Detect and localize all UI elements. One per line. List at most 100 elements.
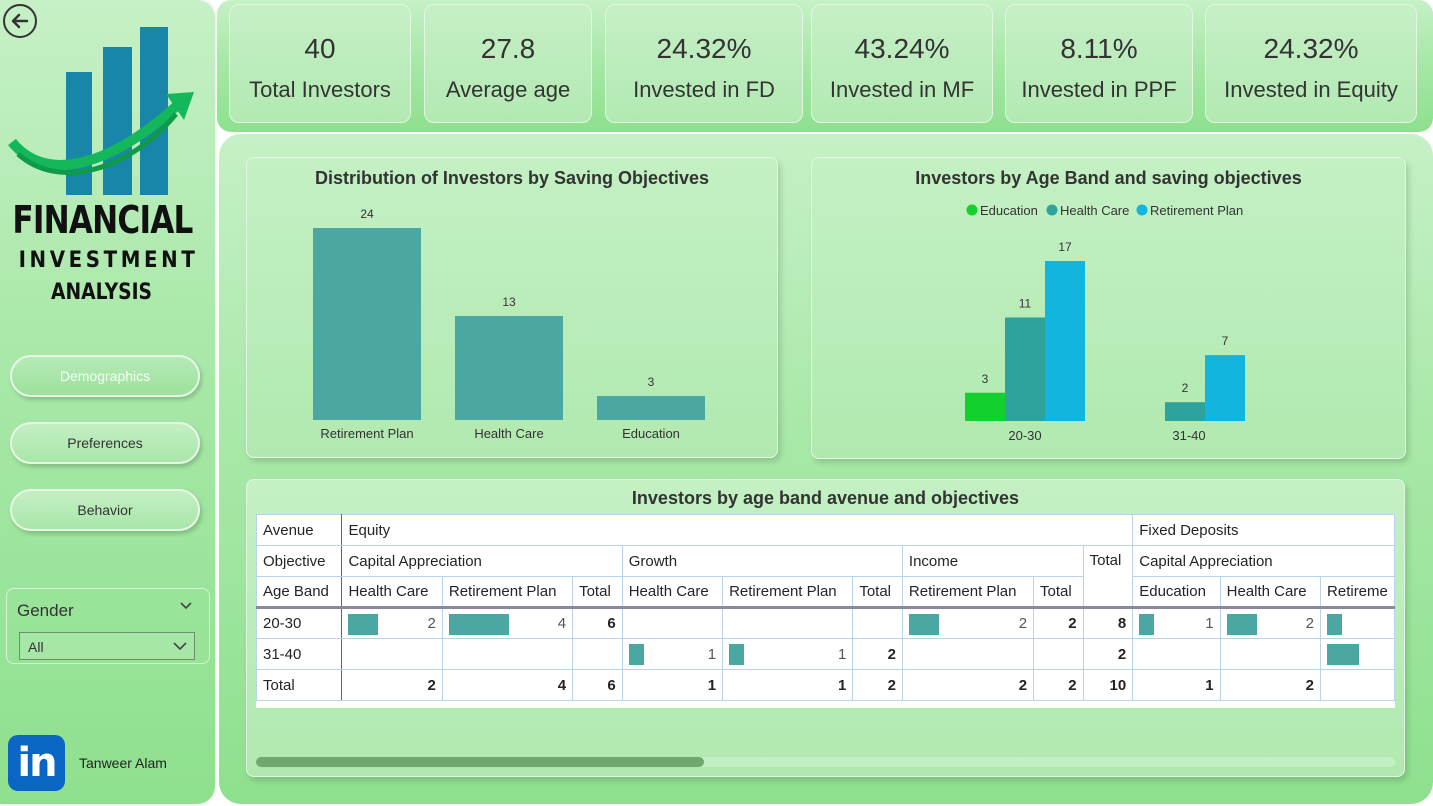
logo-subtitle-2: ANALYSIS <box>50 280 153 305</box>
table-cell <box>722 607 854 639</box>
column-header[interactable]: Retirement Plan <box>441 576 574 608</box>
slicer-title: Gender <box>17 601 74 620</box>
table-row[interactable]: 31-40 1 1 2 2 <box>256 638 1395 670</box>
table-cell: 1 <box>1132 607 1221 639</box>
table-cell: 6 <box>572 607 623 639</box>
column-header[interactable]: Health Care <box>341 576 443 608</box>
category-label: Health Care <box>474 426 543 441</box>
table-cell: 2 <box>1219 669 1322 701</box>
kpi-card: 24.32% Invested in FD <box>605 4 803 123</box>
kpi-label: Invested in MF <box>829 77 975 102</box>
column-header[interactable]: Retireme <box>1320 576 1395 608</box>
logo-title: FINANCIAL <box>12 198 193 242</box>
kpi-card: 24.32% Invested in Equity <box>1205 4 1417 123</box>
kpi-value: 24.32% <box>1263 33 1359 64</box>
category-label: Retirement Plan <box>320 426 413 441</box>
column-header[interactable]: Health Care <box>1219 576 1322 608</box>
table-cell <box>1033 638 1084 670</box>
data-bar <box>1226 614 1257 635</box>
linkedin-icon[interactable]: in <box>8 735 65 791</box>
column-header[interactable]: Total <box>1033 576 1084 608</box>
table-cell: 1 <box>722 638 854 670</box>
kpi-value: 8.11% <box>1060 33 1138 64</box>
bar[interactable] <box>455 316 563 420</box>
header-row-age-band: Age Band Health Care Retirement Plan Tot… <box>256 576 1395 608</box>
kpi-value: 40 <box>304 33 336 64</box>
data-bar <box>908 614 939 635</box>
table-cell: 10 <box>1082 669 1134 701</box>
preferences-button[interactable]: Preferences <box>10 422 200 464</box>
gender-dropdown[interactable]: All <box>19 632 195 660</box>
table-cell: 2 <box>901 607 1035 639</box>
age-band-chart: Education Health Care Retirement Plan 3 11 17… <box>965 203 1245 443</box>
data-bar <box>729 644 745 665</box>
table-cell: 4 <box>441 669 574 701</box>
kpi-label: Invested in PPF <box>1021 77 1177 102</box>
scrollbar-thumb[interactable] <box>256 757 704 767</box>
legend-label[interactable]: Health Care <box>1060 203 1129 218</box>
table-cell <box>341 638 443 670</box>
table-cell <box>1320 607 1395 639</box>
kpi-value: 24.32% <box>656 33 752 64</box>
table-cell: 6 <box>572 669 623 701</box>
table-cell <box>1320 638 1395 670</box>
matrix-table-container[interactable]: Avenue Equity Fixed Deposits Objective C… <box>256 514 1395 708</box>
table-cell: 1 <box>1132 669 1221 701</box>
column-header: Capital Appreciation <box>341 545 623 577</box>
row-header: Age Band <box>256 576 343 608</box>
behavior-button[interactable]: Behavior <box>10 489 200 531</box>
column-header[interactable]: Health Care <box>621 576 724 608</box>
table-cell: 1 <box>621 638 724 670</box>
kpi-card: 27.8 Average age <box>424 4 592 123</box>
kpi-bar: 40 Total Investors 27.8 Average age 24.3… <box>217 0 1433 132</box>
chevron-down-icon[interactable] <box>179 599 193 613</box>
bar[interactable] <box>1045 261 1085 421</box>
column-header[interactable]: Total <box>852 576 903 608</box>
data-label: 11 <box>1019 296 1032 310</box>
header-row-objective: Objective Capital Appreciation Growth In… <box>256 545 1395 608</box>
kpi-card: 40 Total Investors <box>229 4 411 123</box>
table-cell: 2 <box>1082 638 1134 670</box>
table-cell: 2 <box>341 607 443 639</box>
legend-label[interactable]: Retirement Plan <box>1150 203 1243 218</box>
legend-label[interactable]: Education <box>980 203 1038 218</box>
category-label: Education <box>622 426 680 441</box>
table-cell <box>1320 669 1395 701</box>
data-label: 13 <box>502 295 516 309</box>
table-cell: 2 <box>341 669 443 701</box>
bar[interactable] <box>313 228 421 420</box>
dropdown-value: All <box>28 639 44 655</box>
bar[interactable] <box>1205 355 1245 421</box>
legend-marker <box>1046 204 1058 216</box>
column-header[interactable]: Education <box>1132 576 1221 608</box>
column-header[interactable]: Total <box>572 576 623 608</box>
bar[interactable] <box>597 396 705 420</box>
table-cell: 2 <box>852 669 903 701</box>
table-cell: 1 <box>722 669 854 701</box>
column-header[interactable]: Retirement Plan <box>901 576 1035 608</box>
bar[interactable] <box>1165 402 1205 421</box>
horizontal-scrollbar[interactable] <box>256 757 1395 767</box>
table-row[interactable]: Total 2 4 6 1 1 2 2 2 10 1 2 <box>256 669 1395 701</box>
saving-objectives-chart-card: Distribution of Investors by Saving Obje… <box>246 157 778 458</box>
table-cell <box>852 607 903 639</box>
table-cell: 8 <box>1082 607 1134 639</box>
row-header: Avenue <box>256 514 343 546</box>
kpi-label: Average age <box>445 77 571 102</box>
bar[interactable] <box>965 392 1005 421</box>
matrix-title: Investors by age band avenue and objecti… <box>631 488 1020 508</box>
table-row[interactable]: 20-30 2 4 6 2 2 8 1 2 <box>256 607 1395 639</box>
demographics-button[interactable]: Demographics <box>10 355 200 397</box>
author-name: Tanweer Alam <box>79 755 167 771</box>
logo-icon <box>8 27 194 195</box>
data-label: 3 <box>648 375 655 389</box>
matrix-table: Avenue Equity Fixed Deposits Objective C… <box>256 514 1395 701</box>
bar[interactable] <box>1005 317 1045 421</box>
column-header[interactable]: Retirement Plan <box>722 576 854 608</box>
data-label: 7 <box>1222 334 1229 348</box>
table-cell: 2 <box>1033 607 1084 639</box>
table-cell: 2 <box>1219 607 1322 639</box>
table-cell: 2 <box>852 638 903 670</box>
data-label: 2 <box>1182 381 1189 395</box>
data-bar <box>1139 614 1155 635</box>
